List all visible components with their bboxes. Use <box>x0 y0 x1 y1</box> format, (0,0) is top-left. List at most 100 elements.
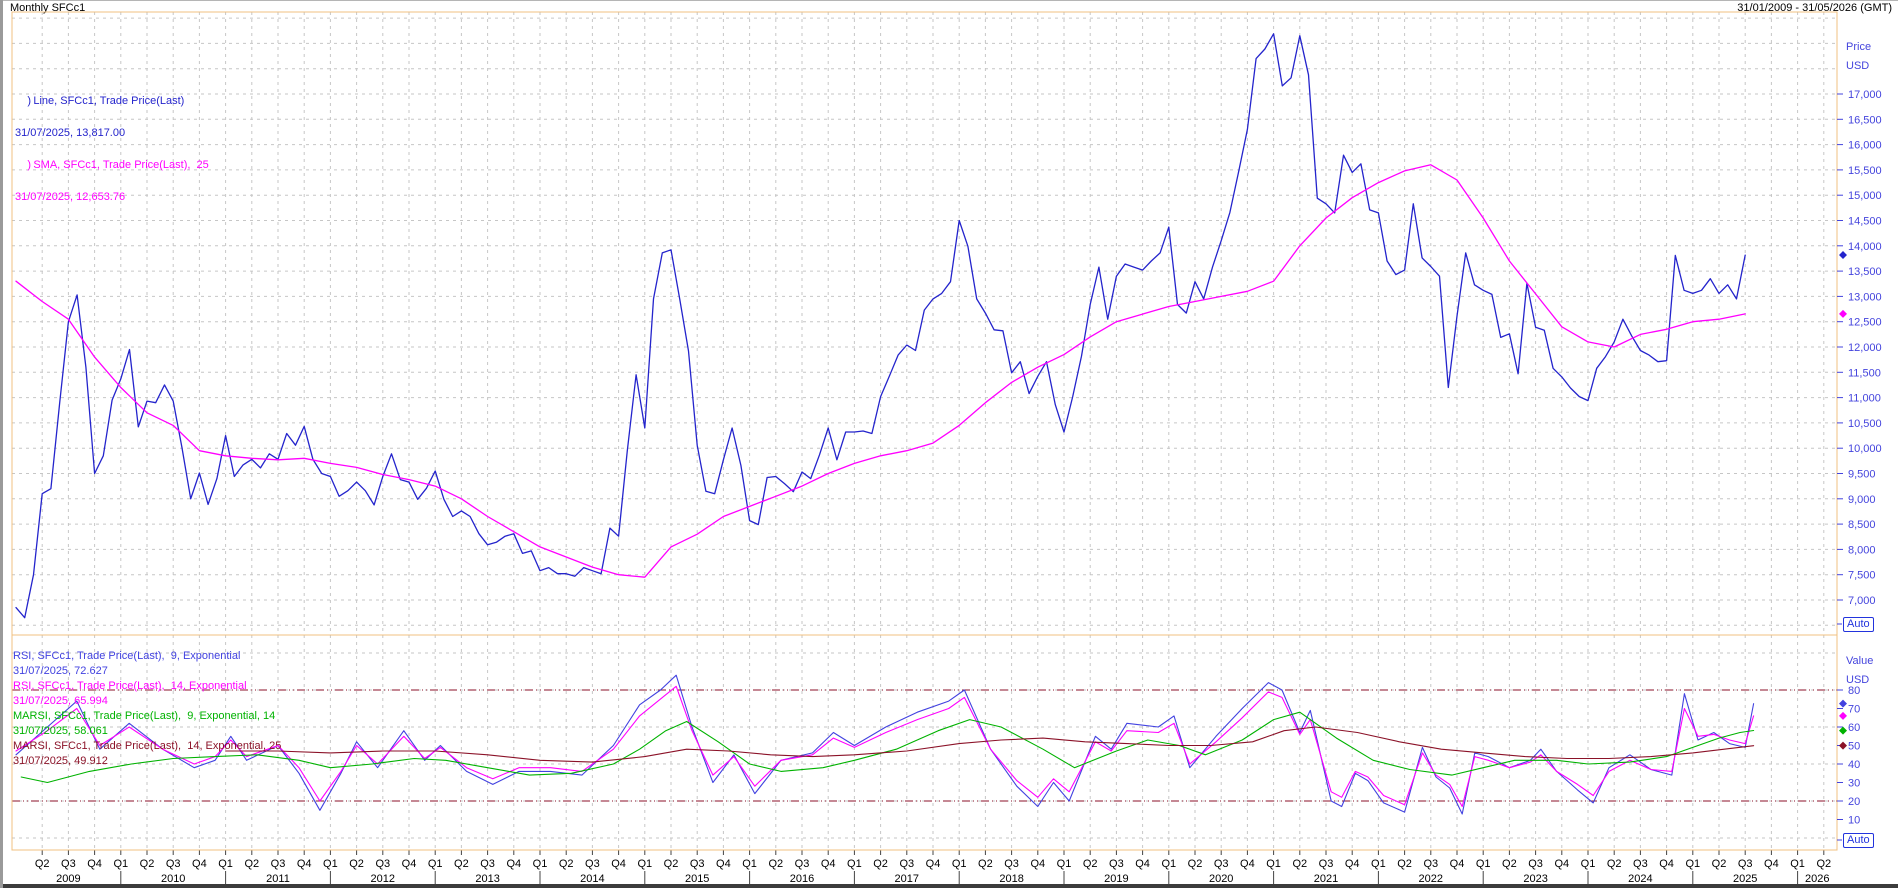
value-axis-title: ValueUSD <box>1846 652 1873 690</box>
svg-text:50: 50 <box>1848 741 1860 753</box>
svg-text:Q4: Q4 <box>611 858 626 870</box>
value-marker-1 <box>1839 712 1847 720</box>
svg-text:Q3: Q3 <box>1109 858 1124 870</box>
svg-text:Q1: Q1 <box>847 858 862 870</box>
chart-canvas[interactable]: Q2Q3Q42009Q1Q2Q3Q42010Q1Q2Q3Q42011Q1Q2Q3… <box>0 0 1898 888</box>
svg-text:16,000: 16,000 <box>1848 140 1882 152</box>
svg-text:2011: 2011 <box>266 873 290 885</box>
svg-text:2018: 2018 <box>999 873 1023 885</box>
svg-text:2019: 2019 <box>1104 873 1128 885</box>
svg-text:2020: 2020 <box>1209 873 1233 885</box>
svg-text:Q2: Q2 <box>1397 858 1412 870</box>
svg-text:Q1: Q1 <box>1266 858 1281 870</box>
svg-text:60: 60 <box>1848 722 1860 734</box>
svg-text:Q4: Q4 <box>1554 858 1569 870</box>
time-axis: Q2Q3Q42009Q1Q2Q3Q42010Q1Q2Q3Q42011Q1Q2Q3… <box>35 850 1831 885</box>
svg-text:Q3: Q3 <box>899 858 914 870</box>
svg-text:Q4: Q4 <box>87 858 102 870</box>
svg-text:14,500: 14,500 <box>1848 216 1882 228</box>
price-axis-title: PriceUSD <box>1846 38 1871 76</box>
price-line-value: 31/07/2025, 13,817.00 <box>9 125 209 141</box>
svg-text:Q2: Q2 <box>1712 858 1727 870</box>
svg-text:13,000: 13,000 <box>1848 291 1882 303</box>
series-marsi-14-exponential-25 <box>226 727 1754 762</box>
svg-text:Q4: Q4 <box>1764 858 1779 870</box>
price-line-label: Line, SFCc1, Trade Price(Last) <box>33 95 184 107</box>
marsi9-label: MARSI, SFCc1, Trade Price(Last), 9, Expo… <box>13 709 281 724</box>
svg-text:70: 70 <box>1848 704 1860 716</box>
svg-text:2022: 2022 <box>1419 873 1443 885</box>
svg-text:Q1: Q1 <box>637 858 652 870</box>
svg-text:Q2: Q2 <box>978 858 993 870</box>
svg-text:Q4: Q4 <box>1030 858 1045 870</box>
marsi14-value: 31/07/2025, 49.912 <box>13 754 281 769</box>
value-auto-button[interactable]: Auto <box>1843 833 1874 848</box>
svg-text:Q1: Q1 <box>1161 858 1176 870</box>
svg-text:Q3: Q3 <box>1004 858 1019 870</box>
svg-text:10,500: 10,500 <box>1848 418 1882 430</box>
rsi9-label: RSI, SFCc1, Trade Price(Last), 9, Expone… <box>13 649 281 664</box>
svg-text:Q4: Q4 <box>716 858 731 870</box>
rsi9-value: 31/07/2025, 72.627 <box>13 664 281 679</box>
svg-text:Q2: Q2 <box>244 858 259 870</box>
svg-text:12,500: 12,500 <box>1848 317 1882 329</box>
svg-text:2014: 2014 <box>580 873 604 885</box>
svg-text:Q4: Q4 <box>402 858 417 870</box>
svg-text:Q2: Q2 <box>1188 858 1203 870</box>
svg-text:Q2: Q2 <box>1292 858 1307 870</box>
value-marker-0 <box>1839 700 1847 708</box>
svg-text:Q4: Q4 <box>297 858 312 870</box>
svg-text:16,500: 16,500 <box>1848 114 1882 126</box>
svg-text:2015: 2015 <box>685 873 709 885</box>
marsi14-label: MARSI, SFCc1, Trade Price(Last), 14, Exp… <box>13 739 281 754</box>
panel-borders <box>12 12 1837 850</box>
svg-text:Q1: Q1 <box>533 858 548 870</box>
svg-text:Q1: Q1 <box>113 858 128 870</box>
svg-text:14,000: 14,000 <box>1848 241 1882 253</box>
svg-text:Q4: Q4 <box>821 858 836 870</box>
svg-text:2024: 2024 <box>1628 873 1652 885</box>
svg-text:Q1: Q1 <box>742 858 757 870</box>
svg-text:17,000: 17,000 <box>1848 89 1882 101</box>
price-legend: )Line, SFCc1, Trade Price(Last) 31/07/20… <box>9 77 209 205</box>
svg-text:Q1: Q1 <box>1685 858 1700 870</box>
svg-text:Q1: Q1 <box>1476 858 1491 870</box>
svg-text:2017: 2017 <box>895 873 919 885</box>
svg-text:2023: 2023 <box>1523 873 1547 885</box>
svg-text:Q1: Q1 <box>1057 858 1072 870</box>
rsi-threshold-lines <box>12 690 1837 801</box>
svg-text:7,500: 7,500 <box>1848 570 1876 582</box>
svg-text:Q4: Q4 <box>506 858 521 870</box>
marsi9-value: 31/07/2025, 58.061 <box>13 724 281 739</box>
svg-text:Q2: Q2 <box>35 858 50 870</box>
svg-text:Q2: Q2 <box>349 858 364 870</box>
svg-text:2021: 2021 <box>1314 873 1338 885</box>
svg-text:2025: 2025 <box>1733 873 1757 885</box>
svg-text:Q1: Q1 <box>1581 858 1596 870</box>
svg-text:Q2: Q2 <box>664 858 679 870</box>
svg-text:Q4: Q4 <box>1450 858 1465 870</box>
svg-text:Q3: Q3 <box>480 858 495 870</box>
svg-text:Q3: Q3 <box>61 858 76 870</box>
sma-line-value: 31/07/2025, 12,653.76 <box>9 189 209 205</box>
price-auto-button[interactable]: Auto <box>1843 617 1874 632</box>
svg-text:Q2: Q2 <box>873 858 888 870</box>
svg-text:Q1: Q1 <box>952 858 967 870</box>
svg-text:Q3: Q3 <box>1319 858 1334 870</box>
svg-text:2013: 2013 <box>475 873 499 885</box>
svg-text:9,000: 9,000 <box>1848 494 1876 506</box>
svg-text:Q3: Q3 <box>690 858 705 870</box>
price-marker-1 <box>1839 310 1847 318</box>
svg-text:Q1: Q1 <box>428 858 443 870</box>
svg-text:Q1: Q1 <box>1371 858 1386 870</box>
sma-line-label: SMA, SFCc1, Trade Price(Last), 25 <box>33 159 208 171</box>
svg-text:Q1: Q1 <box>323 858 338 870</box>
svg-text:Q3: Q3 <box>1528 858 1543 870</box>
svg-text:11,500: 11,500 <box>1848 367 1881 379</box>
svg-text:Q2: Q2 <box>1502 858 1517 870</box>
svg-text:Q1: Q1 <box>218 858 233 870</box>
svg-text:11,000: 11,000 <box>1848 393 1881 405</box>
svg-text:Q4: Q4 <box>1135 858 1150 870</box>
svg-text:Q2: Q2 <box>140 858 155 870</box>
price-legend-line2: )SMA, SFCc1, Trade Price(Last), 25 <box>9 141 209 189</box>
